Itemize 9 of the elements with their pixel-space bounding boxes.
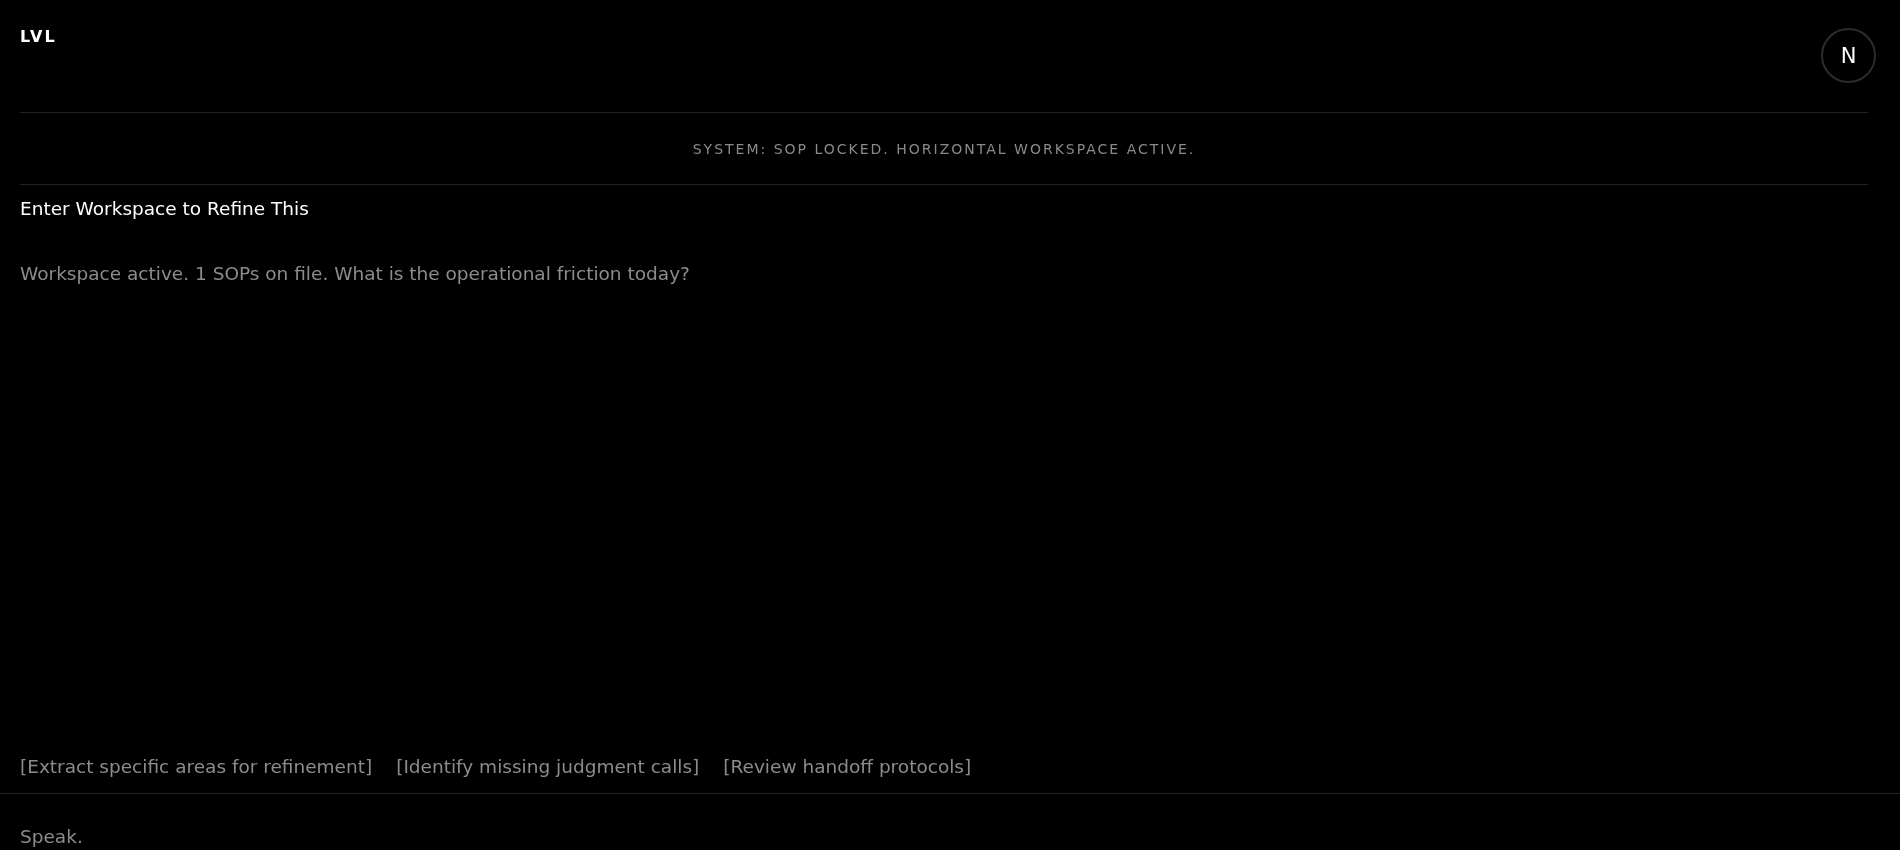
message-input[interactable]: Speak.	[20, 825, 620, 849]
suggestion-link[interactable]: [Extract specific areas for refinement]	[20, 755, 373, 779]
status-text: SYSTEM: SOP LOCKED. HORIZONTAL WORKSPACE ACTIVE.	[692, 139, 1196, 158]
round-letter-button[interactable]: N	[1821, 28, 1876, 83]
workspace-title: Enter Workspace to Refine This	[20, 197, 309, 221]
logo-text: LVL	[20, 26, 57, 48]
suggestion-link[interactable]: [Review handoff protocols]	[723, 755, 972, 779]
suggestion-link[interactable]: [Identify missing judgment calls]	[396, 755, 700, 779]
assistant-message: Workspace active. 1 SOPs on file. What is the operational friction today?	[20, 262, 690, 286]
